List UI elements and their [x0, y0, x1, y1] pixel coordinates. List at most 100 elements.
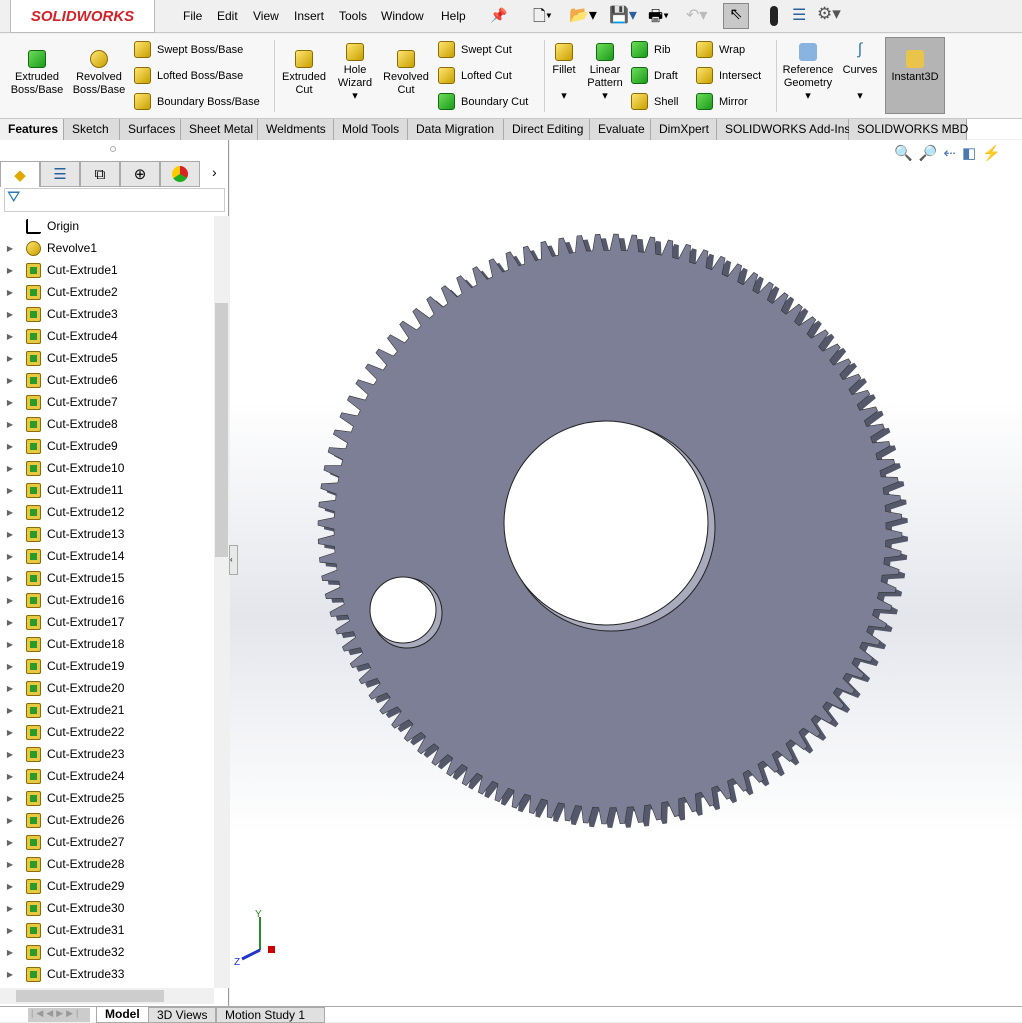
tree-vertical-scrollbar[interactable] — [214, 216, 229, 988]
expand-arrow-icon[interactable]: ▶ — [0, 376, 20, 385]
tab-model[interactable]: Model — [96, 1007, 149, 1023]
tree-item[interactable]: ▶ Cut-Extrude9 — [0, 435, 213, 457]
tree-item[interactable]: ▶ Cut-Extrude32 — [0, 941, 213, 963]
expand-arrow-icon[interactable]: ▶ — [0, 354, 20, 363]
tree-item[interactable]: ▶ Cut-Extrude27 — [0, 831, 213, 853]
menu-file[interactable]: File — [183, 9, 202, 23]
solidworks-logo[interactable]: SOLIDWORKS — [10, 0, 155, 33]
expand-arrow-icon[interactable]: ▶ — [0, 244, 20, 253]
filter-icon[interactable]: ⛛ — [4, 188, 225, 212]
extruded-cut-button[interactable]: Extruded Cut — [278, 50, 330, 97]
tree-item[interactable]: ▶ Cut-Extrude3 — [0, 303, 213, 325]
expand-arrow-icon[interactable]: ▶ — [0, 508, 20, 517]
print-icon[interactable]: 🖶▾ — [648, 5, 669, 32]
expand-arrow-icon[interactable]: ▶ — [0, 288, 20, 297]
dynamic-annotation-icon[interactable]: ⚡ — [982, 145, 1007, 162]
intersect-button[interactable]: Intersect — [696, 67, 761, 84]
fillet-button[interactable]: Fillet ▾ — [548, 43, 580, 103]
scroll-thumb[interactable] — [16, 990, 164, 1002]
tree-item[interactable]: ▶ Cut-Extrude22 — [0, 721, 213, 743]
tree-item[interactable]: ▶ Cut-Extrude23 — [0, 743, 213, 765]
tree-item[interactable]: ▶ Revolve1 — [0, 237, 213, 259]
tree-item[interactable]: ▶ Cut-Extrude24 — [0, 765, 213, 787]
expand-arrow-icon[interactable]: ▶ — [0, 442, 20, 451]
expand-arrow-icon[interactable]: ▶ — [0, 552, 20, 561]
expand-arrow-icon[interactable]: ▶ — [0, 838, 20, 847]
tree-item[interactable]: ▶ Cut-Extrude26 — [0, 809, 213, 831]
zoom-to-fit-icon[interactable]: 🔍 — [894, 145, 919, 162]
expand-arrow-icon[interactable]: ▶ — [0, 464, 20, 473]
rebuild-icon[interactable] — [770, 6, 778, 26]
dimxpert-manager-tab[interactable]: ⊕ — [120, 161, 160, 187]
expand-arrow-icon[interactable]: ▶ — [0, 684, 20, 693]
select-icon[interactable]: ⇖ — [723, 3, 749, 29]
menu-edit[interactable]: Edit — [217, 9, 238, 23]
tab-solidworks-mbd[interactable]: SOLIDWORKS MBD — [849, 119, 968, 140]
configuration-manager-tab[interactable]: ⧉ — [80, 161, 120, 187]
expand-arrow-icon[interactable]: ▶ — [0, 970, 20, 979]
revolved-boss-button[interactable]: Revolved Boss/Base — [70, 50, 128, 97]
expand-arrow-icon[interactable]: ▶ — [0, 772, 20, 781]
expand-arrow-icon[interactable]: ▶ — [0, 860, 20, 869]
zoom-to-area-icon[interactable]: 🔎 — [919, 145, 944, 162]
tree-item[interactable]: ▶ Cut-Extrude33 — [0, 963, 213, 985]
expand-arrow-icon[interactable]: ▶ — [0, 266, 20, 275]
menu-window[interactable]: Window — [381, 9, 424, 23]
tab-3d-views[interactable]: 3D Views — [148, 1007, 217, 1023]
menu-view[interactable]: View — [253, 9, 279, 23]
linear-pattern-button[interactable]: Linear Pattern ▾ — [584, 43, 626, 103]
revolved-cut-button[interactable]: Revolved Cut — [380, 50, 432, 97]
tree-item[interactable]: ▶ Cut-Extrude13 — [0, 523, 213, 545]
expand-arrow-icon[interactable]: ▶ — [0, 706, 20, 715]
gear-model[interactable] — [230, 140, 1022, 1006]
tab-dimxpert[interactable]: DimXpert — [651, 119, 717, 140]
property-manager-tab[interactable]: ☰ — [40, 161, 80, 187]
hole-wizard-button[interactable]: Hole Wizard ▾ — [332, 43, 378, 103]
tab-sheet-metal[interactable]: Sheet Metal — [181, 119, 258, 140]
tree-item[interactable]: ▶ Cut-Extrude28 — [0, 853, 213, 875]
rib-button[interactable]: Rib — [631, 41, 671, 58]
expand-arrow-icon[interactable]: ▶ — [0, 948, 20, 957]
shell-button[interactable]: Shell — [631, 93, 678, 110]
chevron-right-icon[interactable]: › — [212, 164, 217, 180]
tree-item[interactable]: ▶ Cut-Extrude19 — [0, 655, 213, 677]
tree-item[interactable]: ▶ Cut-Extrude14 — [0, 545, 213, 567]
expand-arrow-icon[interactable]: ▶ — [0, 750, 20, 759]
panel-collapse-handle[interactable]: ‹ — [229, 545, 238, 575]
scroll-thumb[interactable] — [215, 303, 228, 557]
expand-arrow-icon[interactable]: ▶ — [0, 794, 20, 803]
tab-evaluate[interactable]: Evaluate — [590, 119, 651, 140]
expand-arrow-icon[interactable]: ▶ — [0, 640, 20, 649]
tree-item[interactable]: ▶ Cut-Extrude30 — [0, 897, 213, 919]
expand-arrow-icon[interactable]: ▶ — [0, 530, 20, 539]
boundary-cut-button[interactable]: Boundary Cut — [438, 93, 528, 110]
tree-item[interactable]: ▶ Cut-Extrude10 — [0, 457, 213, 479]
expand-arrow-icon[interactable]: ▶ — [0, 728, 20, 737]
lofted-boss-button[interactable]: Lofted Boss/Base — [134, 67, 243, 84]
boundary-boss-button[interactable]: Boundary Boss/Base — [134, 93, 260, 110]
tree-item[interactable]: ▶ Cut-Extrude15 — [0, 567, 213, 589]
mirror-button[interactable]: Mirror — [696, 93, 748, 110]
save-icon[interactable]: 💾▾ — [609, 5, 637, 25]
swept-boss-button[interactable]: Swept Boss/Base — [134, 41, 243, 58]
tree-item[interactable]: ▶ Cut-Extrude1 — [0, 259, 213, 281]
tree-item[interactable]: ▶ Cut-Extrude17 — [0, 611, 213, 633]
instant3d-button[interactable]: Instant3D — [885, 37, 945, 114]
previous-view-icon[interactable]: ⇠ — [943, 145, 962, 162]
curves-button[interactable]: ∫ Curves ▾ — [840, 42, 880, 103]
tab-direct-editing[interactable]: Direct Editing — [504, 119, 590, 140]
tab-mold-tools[interactable]: Mold Tools — [334, 119, 408, 140]
expand-arrow-icon[interactable]: ▶ — [0, 882, 20, 891]
tree-item[interactable]: ▶ Cut-Extrude21 — [0, 699, 213, 721]
tree-item[interactable]: ▶ Cut-Extrude29 — [0, 875, 213, 897]
expand-arrow-icon[interactable]: ▶ — [0, 398, 20, 407]
extruded-boss-button[interactable]: Extruded Boss/Base — [8, 50, 66, 97]
tree-item[interactable]: ▶ Cut-Extrude6 — [0, 369, 213, 391]
file-properties-icon[interactable]: ☰ — [792, 5, 806, 25]
tree-item[interactable]: ▶ Cut-Extrude5 — [0, 347, 213, 369]
tree-item[interactable]: ▶ Cut-Extrude8 — [0, 413, 213, 435]
tree-item[interactable]: ▶ Cut-Extrude7 — [0, 391, 213, 413]
panel-grip[interactable] — [110, 146, 116, 152]
feature-manager-tab[interactable]: ◆ — [0, 161, 40, 187]
tab-navigation-arrows[interactable]: |◀◀▶▶| — [28, 1008, 90, 1022]
